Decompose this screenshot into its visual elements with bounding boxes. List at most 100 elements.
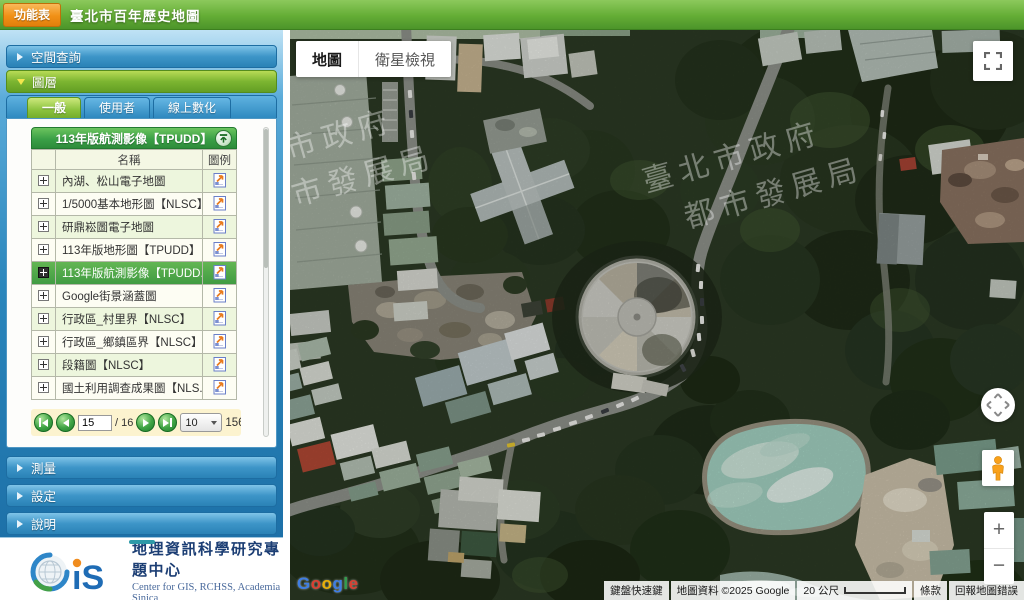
org-name-en: Center for GIS, RCHSS, Academia Sinica	[132, 582, 283, 600]
legend-icon[interactable]	[213, 287, 227, 303]
expand-plus-icon[interactable]	[38, 221, 49, 232]
accordion-label: 測量	[31, 458, 56, 477]
legend-icon[interactable]	[213, 195, 227, 211]
layer-name: Google街景涵蓋圖	[62, 291, 157, 303]
expand-plus-icon[interactable]	[38, 267, 49, 278]
next-page-button[interactable]	[136, 413, 155, 432]
expand-plus-icon[interactable]	[38, 175, 49, 186]
fullscreen-button[interactable]	[973, 41, 1013, 81]
layer-row[interactable]: 113年版航測影像【TPUDD...	[32, 262, 237, 285]
page-size-value: 10	[185, 417, 197, 429]
first-page-button[interactable]	[34, 413, 53, 432]
legend-icon[interactable]	[213, 379, 227, 395]
tab-user[interactable]: 使用者	[84, 97, 150, 118]
layer-name: 行政區_村里界【NLSC】	[62, 314, 191, 326]
accordion-label: 設定	[31, 486, 56, 505]
last-page-button[interactable]	[158, 413, 177, 432]
report-error-link[interactable]: 回報地圖錯誤	[949, 581, 1024, 600]
accordion-help[interactable]: 說明	[6, 512, 277, 535]
accordion-label: 空間查詢	[31, 47, 81, 66]
layer-table: 名稱 圖例 內湖、松山電子地圖 1/5000基本地形圖【NLSC】	[31, 149, 237, 400]
layer-panel-title: 113年版航測影像【TPUDD】	[56, 130, 213, 147]
layer-row[interactable]: 行政區_村里界【NLSC】	[32, 308, 237, 331]
org-name-zh: 地理資訊科學研究專題中心	[132, 538, 283, 580]
page-number-input[interactable]	[78, 415, 112, 431]
map-type-control: 地圖 衛星檢視	[296, 41, 451, 77]
layer-name: 行政區_鄉鎮區界【NLSC】	[62, 337, 203, 349]
pegman-icon	[989, 455, 1007, 482]
chevron-right-icon	[17, 464, 23, 472]
expand-plus-icon[interactable]	[38, 290, 49, 301]
layer-panel-header[interactable]: 113年版航測影像【TPUDD】	[31, 127, 237, 149]
total-records: 156	[225, 417, 241, 429]
prev-page-button[interactable]	[56, 413, 75, 432]
layer-row[interactable]: 研鼎崧圖電子地圖	[32, 216, 237, 239]
layer-row[interactable]: 國土利用調查成果圖【NLS...	[32, 377, 237, 400]
layer-row[interactable]: Google街景涵蓋圖	[32, 285, 237, 308]
sidebar-resize-handle[interactable]	[129, 540, 155, 544]
footer-logo-area: ıS 地理資訊科學研究專題中心 Center for GIS, RCHSS, A…	[0, 537, 283, 600]
layer-name: 段籍圖【NLSC】	[62, 360, 150, 372]
legend-icon[interactable]	[213, 310, 227, 326]
pagination: / 16 10 156	[31, 409, 241, 436]
accordion-settings[interactable]: 設定	[6, 484, 277, 507]
zoom-in-button[interactable]: +	[984, 512, 1014, 549]
pegman-button[interactable]	[982, 450, 1014, 486]
layer-row[interactable]: 1/5000基本地形圖【NLSC】	[32, 193, 237, 216]
expand-plus-icon[interactable]	[38, 244, 49, 255]
layer-row[interactable]: 行政區_鄉鎮區界【NLSC】	[32, 331, 237, 354]
accordion-layers[interactable]: 圖層	[6, 70, 277, 93]
attribution-bar: 鍵盤快速鍵 地圖資料 ©2025 Google 20 公尺 條款 回報地圖錯誤	[604, 581, 1024, 600]
name-column-header: 名稱	[56, 150, 203, 170]
fullscreen-icon	[984, 52, 1002, 70]
layer-row[interactable]: 113年版地形圖【TPUDD】	[32, 239, 237, 262]
map-view-button[interactable]: 地圖	[296, 41, 359, 77]
layer-name: 國土利用調查成果圖【NLS...	[62, 383, 203, 395]
pan-arrows-icon	[985, 392, 1011, 418]
map-area: 臺北市政府 都市發展局 臺北市政府 都市發展局 地圖 衛星檢視	[290, 30, 1024, 600]
accordion-measure[interactable]: 測量	[6, 456, 277, 479]
satellite-view-button[interactable]: 衛星檢視	[359, 41, 451, 77]
legend-icon[interactable]	[213, 218, 227, 234]
collapse-panel-icon[interactable]	[215, 130, 232, 147]
google-logo[interactable]: Google	[297, 574, 359, 594]
tab-online-digitize[interactable]: 線上數化	[153, 97, 231, 118]
scale-bar	[844, 587, 906, 594]
keyboard-shortcuts-link[interactable]: 鍵盤快速鍵	[604, 581, 669, 600]
expand-column-header	[32, 150, 56, 170]
legend-icon[interactable]	[213, 172, 227, 188]
map-data-label: 地圖資料 ©2025 Google	[671, 581, 796, 600]
legend-icon[interactable]	[213, 241, 227, 257]
legend-icon[interactable]	[213, 264, 227, 280]
tab-general[interactable]: 一般	[27, 97, 81, 118]
expand-plus-icon[interactable]	[38, 336, 49, 347]
zoom-out-button[interactable]: −	[984, 549, 1014, 585]
layer-row[interactable]: 內湖、松山電子地圖	[32, 170, 237, 193]
page-title: 臺北市百年歷史地圖	[70, 5, 201, 25]
layer-panel: 113年版航測影像【TPUDD】 名稱 圖例 內湖、松山電子地圖	[6, 118, 277, 448]
page-size-select[interactable]: 10	[180, 413, 222, 432]
pan-control[interactable]	[981, 388, 1015, 422]
satellite-map[interactable]	[290, 30, 1024, 600]
terms-link[interactable]: 條款	[914, 581, 947, 600]
layer-tabstrip: 一般 使用者 線上數化	[6, 95, 277, 118]
expand-plus-icon[interactable]	[38, 359, 49, 370]
layer-row[interactable]: 段籍圖【NLSC】	[32, 354, 237, 377]
layer-name: 1/5000基本地形圖【NLSC】	[62, 199, 203, 211]
expand-plus-icon[interactable]	[38, 313, 49, 324]
gis-logo: ıS	[30, 549, 122, 593]
scale-indicator: 20 公尺	[797, 581, 912, 600]
legend-icon[interactable]	[213, 356, 227, 372]
menu-button[interactable]: 功能表	[3, 3, 61, 27]
panel-scrollbar[interactable]	[263, 127, 269, 437]
layer-name: 研鼎崧圖電子地圖	[62, 222, 154, 234]
expand-plus-icon[interactable]	[38, 198, 49, 209]
accordion-spatial-query[interactable]: 空間查詢	[6, 45, 277, 68]
layer-name: 113年版地形圖【TPUDD】	[62, 245, 200, 257]
top-bar: 功能表 臺北市百年歷史地圖	[0, 0, 1024, 30]
zoom-control: + −	[984, 512, 1014, 584]
chevron-right-icon	[17, 53, 23, 61]
chevron-right-icon	[17, 492, 23, 500]
legend-icon[interactable]	[213, 333, 227, 349]
expand-plus-icon[interactable]	[38, 382, 49, 393]
